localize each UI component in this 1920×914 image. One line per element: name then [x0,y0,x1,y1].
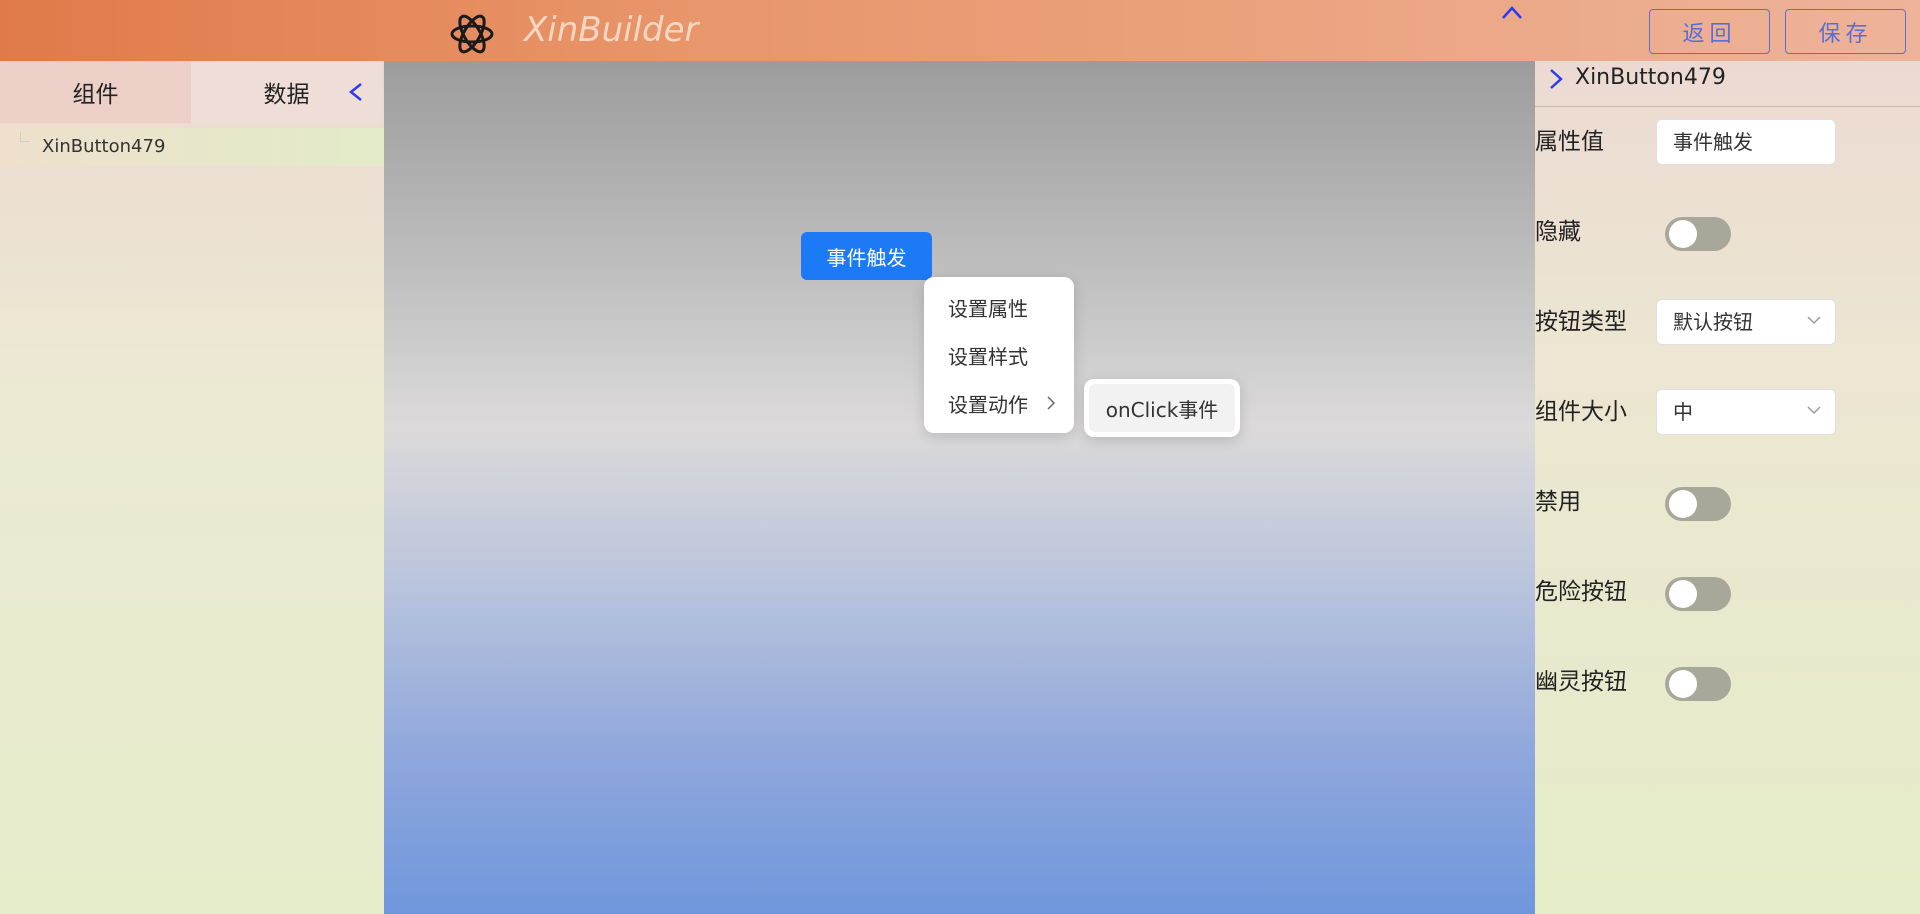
disabled-toggle[interactable] [1665,487,1731,521]
prop-label: 组件大小 [1535,399,1627,425]
chevron-down-icon [1807,316,1821,325]
left-tabbar: 组件 数据 [0,61,384,123]
back-button[interactable]: 返回 [1649,9,1770,54]
toggle-knob [1669,670,1697,698]
chevron-left-icon[interactable] [346,81,366,103]
prop-label: 属性值 [1535,129,1604,155]
prop-row-disabled: 禁用 [1535,479,1920,525]
prop-row-button-type: 按钮类型 默认按钮 [1535,299,1920,345]
prop-row-hidden: 隐藏 [1535,209,1920,255]
toggle-knob [1669,490,1697,518]
submenu: onClick事件 [1084,379,1240,437]
menu-item-label: 设置属性 [948,296,1028,321]
size-select[interactable]: 中 [1656,389,1836,435]
ghost-toggle[interactable] [1665,667,1731,701]
button-type-select[interactable]: 默认按钮 [1656,299,1836,345]
chevron-up-icon[interactable] [1500,2,1524,24]
prop-label: 危险按钮 [1535,579,1627,605]
top-header: XinBuilder 返回 保存 [0,0,1920,61]
danger-toggle[interactable] [1665,577,1731,611]
menu-item-label: 设置样式 [948,344,1028,369]
logo-icon [450,14,494,54]
app-name: XinBuilder [524,10,699,50]
toggle-knob [1669,220,1697,248]
select-value: 中 [1673,400,1693,424]
menu-item-set-action[interactable]: 设置动作 [924,379,1074,427]
preview-button[interactable]: 事件触发 [801,232,932,280]
toggle-knob [1669,580,1697,608]
hidden-toggle[interactable] [1665,217,1731,251]
menu-item-label: 设置动作 [948,392,1028,417]
prop-row-value: 属性值 事件触发 [1535,119,1920,165]
save-button[interactable]: 保存 [1785,9,1906,54]
select-value: 默认按钮 [1673,310,1753,334]
prop-label: 按钮类型 [1535,309,1627,335]
context-menu: 设置属性 设置样式 设置动作 [924,277,1074,433]
tree-item[interactable]: XinButton479 [0,128,384,166]
property-panel-header: XinButton479 [1535,61,1920,107]
menu-item-set-props[interactable]: 设置属性 [924,283,1074,331]
submenu-item-onclick[interactable]: onClick事件 [1089,384,1235,432]
property-panel: XinButton479 属性值 事件触发 隐藏 按钮类型 默认按钮 组件大小 … [1535,61,1920,914]
prop-row-ghost: 幽灵按钮 [1535,659,1920,705]
design-canvas[interactable]: 事件触发 设置属性 设置样式 设置动作 onClick事件 [384,61,1535,914]
tree-item-label: XinButton479 [42,136,166,157]
value-input[interactable]: 事件触发 [1656,119,1836,165]
left-panel: 组件 数据 XinButton479 [0,61,384,914]
prop-label: 隐藏 [1535,219,1581,245]
chevron-down-icon [1807,406,1821,415]
tree-connector [20,132,30,142]
prop-row-danger: 危险按钮 [1535,569,1920,615]
chevron-right-icon[interactable] [1547,67,1565,91]
prop-label: 幽灵按钮 [1535,669,1627,695]
chevron-right-icon [1047,396,1056,410]
prop-row-size: 组件大小 中 [1535,389,1920,435]
tab-components[interactable]: 组件 [0,61,191,123]
prop-label: 禁用 [1535,489,1581,515]
selected-component-name: XinButton479 [1575,65,1726,90]
menu-item-set-style[interactable]: 设置样式 [924,331,1074,379]
